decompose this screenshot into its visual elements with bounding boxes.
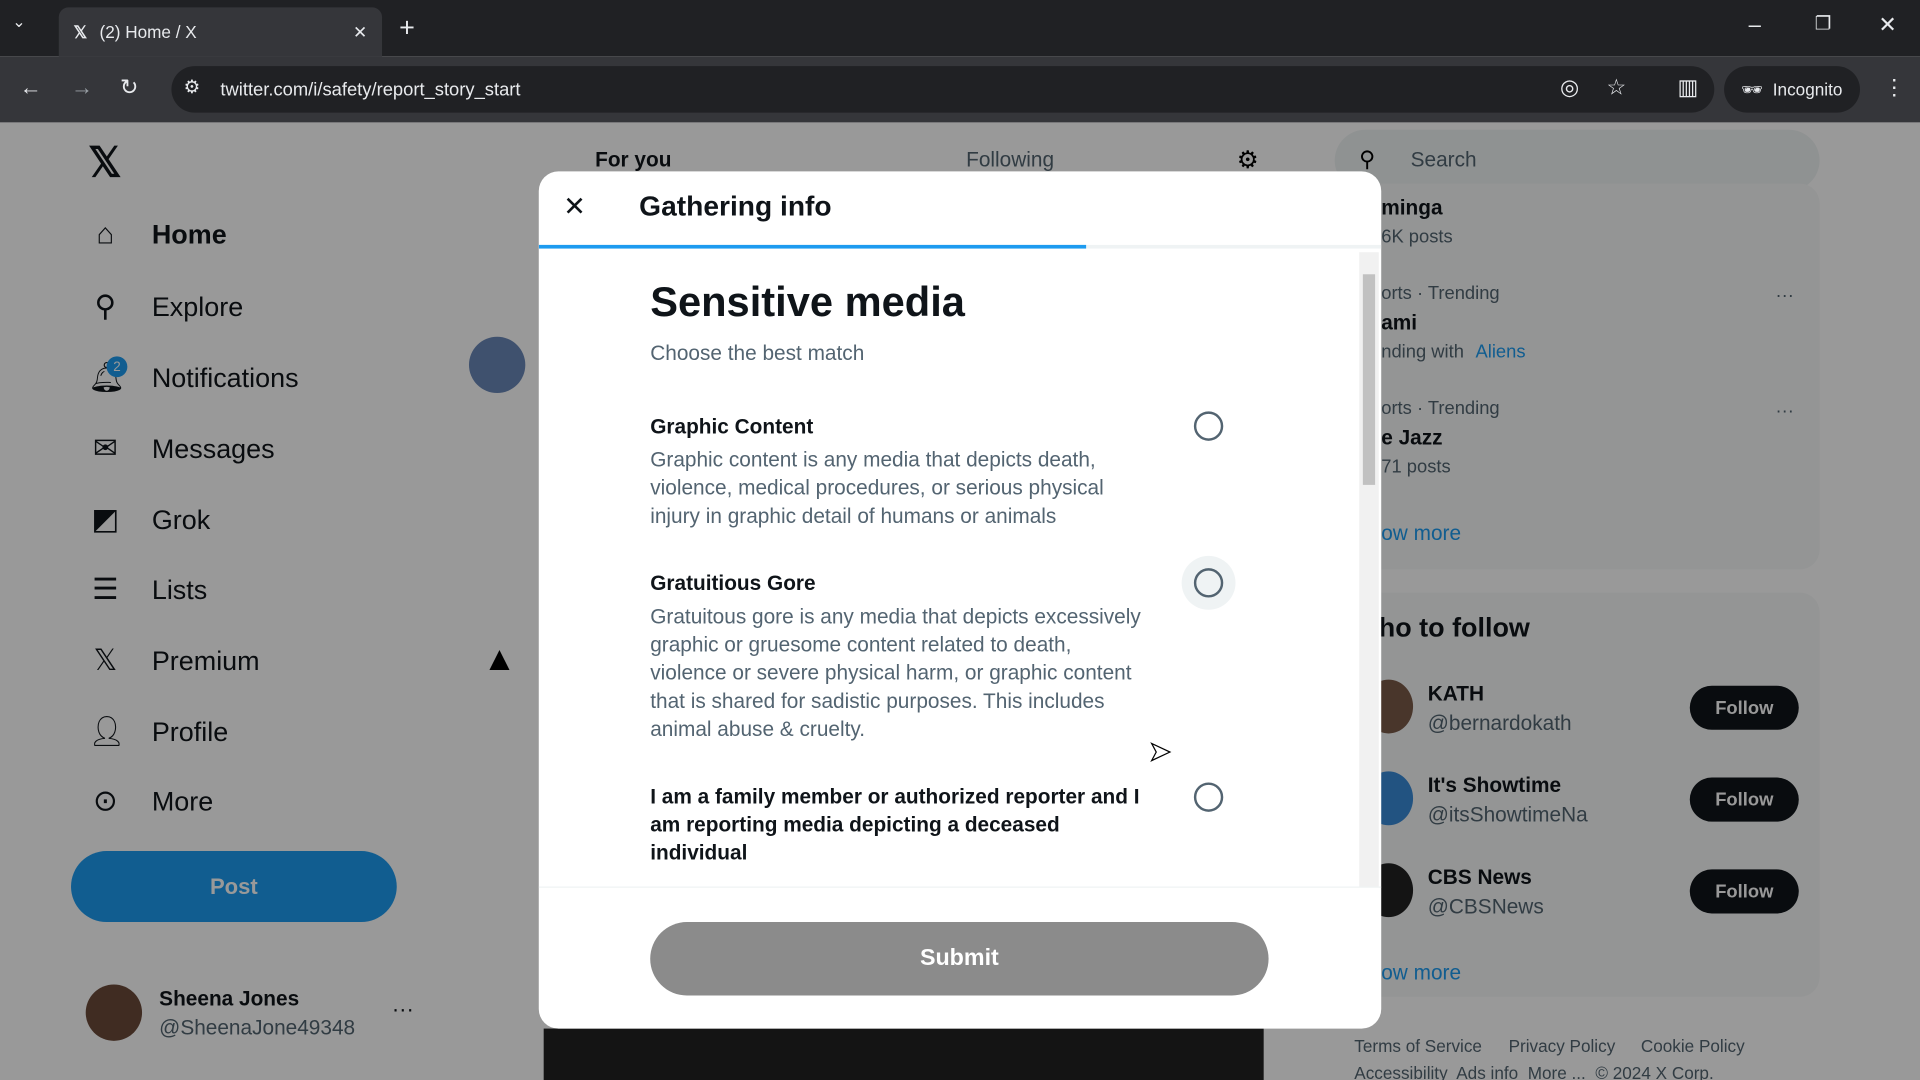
incognito-badge[interactable]: 🕶︎ Incognito [1724,66,1860,113]
back-icon[interactable]: ← [20,75,42,101]
star-icon[interactable]: ☆ [1607,75,1627,101]
section-heading: Sensitive media [650,279,965,326]
incognito-icon: 🕶︎ [1741,78,1763,99]
section-subheading: Choose the best match [650,341,865,365]
option-description: Gratuitous gore is any media that depict… [650,604,1141,741]
eye-off-icon[interactable]: ◎ [1560,75,1579,101]
reload-icon[interactable]: ↻ [120,75,138,101]
tab-search-icon[interactable]: ⌄ [12,12,25,32]
site-info-icon[interactable]: ⚙ [184,76,200,98]
option-title: Gratuitious Gore [650,571,816,596]
forward-icon[interactable]: → [71,75,93,101]
scrollbar-thumb[interactable] [1362,274,1376,485]
option-title: Graphic Content [650,415,814,439]
browser-tab[interactable]: 𝕏 (2) Home / X ✕ [58,7,383,57]
option-family-member[interactable]: I am a family member or authorized repor… [650,782,1154,866]
address-bar[interactable]: ⚙ twitter.com/i/safety/report_story_start [171,66,1715,113]
report-modal: ✕ Gathering info Sensitive media Choose … [538,171,1382,1029]
restore-icon[interactable]: ❐ [1815,12,1831,34]
incognito-label: Incognito [1772,79,1843,100]
radio-graphic-content[interactable] [1193,411,1224,441]
sidepanel-icon[interactable]: ▥ [1678,75,1699,101]
progress-track [538,244,1382,249]
url-text: twitter.com/i/safety/report_story_start [220,78,521,100]
browser-toolbar: ← → ↻ ⚙ twitter.com/i/safety/report_story… [0,56,1920,123]
mouse-cursor-icon: ➤ [1148,735,1172,767]
tab-title: (2) Home / X [99,22,197,42]
close-window-icon[interactable]: ✕ [1878,12,1896,38]
browser-tabstrip: ⌄ 𝕏 (2) Home / X ✕ + – ❐ ✕ [0,0,1920,57]
new-tab-icon[interactable]: + [399,12,415,44]
minimize-icon[interactable]: – [1749,12,1761,38]
option-title: I am a family member or authorized repor… [650,784,1140,865]
progress-fill [538,244,1087,249]
x-logo-icon: 𝕏 [73,21,88,42]
submit-button[interactable]: Submit [650,922,1269,996]
option-gratuitous-gore[interactable]: Gratuitious Gore Gratuitous gore is any m… [650,569,1152,743]
option-description: Graphic content is any media that depict… [650,448,1104,528]
close-icon[interactable]: ✕ [563,191,586,223]
scrollbar[interactable] [1359,252,1379,887]
close-tab-icon[interactable]: ✕ [353,21,367,42]
menu-icon[interactable]: ⋮ [1883,75,1905,101]
divider [538,886,1382,888]
modal-title: Gathering info [639,189,832,222]
option-graphic-content[interactable]: Graphic Content Graphic content is any me… [650,413,1140,531]
radio-family-member[interactable] [1193,782,1224,812]
radio-gratuitous-gore[interactable] [1193,568,1224,598]
